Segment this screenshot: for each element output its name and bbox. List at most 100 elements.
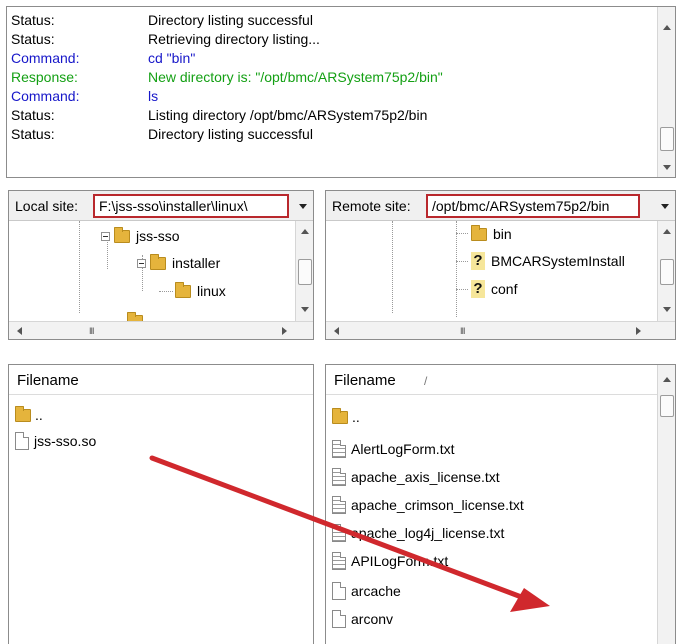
text-file-icon [332, 440, 346, 458]
list-item[interactable]: APILogForm.txt [332, 549, 448, 573]
log-vertical-scrollbar[interactable] [657, 7, 675, 177]
tree-item-label: bin [493, 226, 512, 242]
text-file-icon [332, 524, 346, 542]
log-row: Command: ls [11, 87, 651, 106]
local-directory-tree[interactable]: jss-sso installer linux [9, 221, 313, 321]
file-name: apache_log4j_license.txt [351, 525, 505, 541]
remote-tree-vertical-scrollbar[interactable] [657, 221, 675, 321]
folder-icon [332, 407, 348, 424]
local-tree-vertical-scrollbar[interactable] [295, 221, 313, 321]
folder-icon [175, 281, 191, 298]
remote-file-list[interactable]: Filename / .. AlertLogForm.txt apache_ax… [325, 364, 676, 644]
tree-guide [159, 291, 173, 292]
log-text: Listing directory /opt/bmc/ARSystem75p2/… [148, 107, 428, 123]
scroll-thumb[interactable] [660, 127, 674, 151]
scroll-thumb[interactable] [660, 395, 674, 417]
file-icon [332, 582, 346, 600]
collapse-icon[interactable] [101, 231, 110, 241]
log-row: Command: cd "bin" [11, 49, 651, 68]
tree-guide [456, 221, 457, 317]
scroll-up-arrow-icon[interactable] [662, 25, 671, 30]
remote-file-list-vertical-scrollbar[interactable] [657, 365, 675, 644]
list-item[interactable]: apache_axis_license.txt [332, 465, 500, 489]
scroll-left-arrow-icon[interactable] [334, 326, 339, 335]
log-text: Retrieving directory listing... [148, 31, 320, 47]
collapse-icon[interactable] [137, 258, 146, 268]
scroll-thumb[interactable] [298, 259, 312, 285]
text-file-icon [332, 552, 346, 570]
tree-item-bmcarsysteminstall[interactable]: ? BMCARSystemInstall [471, 250, 625, 272]
file-name: jss-sso.so [34, 433, 97, 449]
remote-site-path-field[interactable]: /opt/bmc/ARSystem75p2/bin [426, 194, 640, 218]
log-label: Response: [11, 69, 78, 85]
log-text: cd "bin" [148, 50, 196, 66]
log-text: Directory listing successful [148, 12, 313, 28]
scroll-up-arrow-icon[interactable] [662, 377, 671, 382]
list-item[interactable]: AlertLogForm.txt [332, 437, 454, 461]
tree-item-jss-sso[interactable]: jss-sso [101, 225, 180, 247]
tree-guide [456, 261, 468, 262]
remote-site-dropdown-icon[interactable] [661, 204, 669, 209]
list-item[interactable]: arconv [332, 607, 393, 631]
log-text: Directory listing successful [148, 126, 313, 142]
list-item[interactable]: .. [15, 403, 43, 427]
folder-icon [114, 226, 130, 243]
local-site-pane: Local site: F:\jss-sso\installer\linux\ … [8, 190, 314, 340]
list-item[interactable]: apache_crimson_license.txt [332, 493, 524, 517]
column-header-filename[interactable]: Filename [17, 372, 79, 389]
message-log[interactable]: Status: Directory listing successful Sta… [6, 6, 676, 178]
log-label: Status: [11, 12, 55, 28]
remote-directory-tree[interactable]: bin ? BMCARSystemInstall ? conf [326, 221, 675, 321]
local-site-path-field[interactable]: F:\jss-sso\installer\linux\ [93, 194, 289, 218]
local-site-dropdown-icon[interactable] [299, 204, 307, 209]
scroll-down-arrow-icon[interactable] [300, 307, 309, 312]
list-item[interactable]: .. [332, 405, 360, 429]
column-header-filename[interactable]: Filename [334, 372, 396, 389]
unknown-icon: ? [471, 252, 485, 270]
file-icon [15, 432, 29, 450]
scroll-right-arrow-icon[interactable] [282, 326, 287, 335]
remote-site-bar: Remote site: /opt/bmc/ARSystem75p2/bin [326, 191, 675, 221]
scroll-down-arrow-icon[interactable] [662, 165, 671, 170]
tree-item-label: jss-sso [136, 228, 180, 244]
file-name: APILogForm.txt [351, 553, 449, 569]
scroll-left-arrow-icon[interactable] [17, 326, 22, 335]
log-text: New directory is: "/opt/bmc/ARSystem75p2… [148, 69, 443, 85]
tree-item-label: conf [491, 281, 518, 297]
list-item[interactable]: apache_log4j_license.txt [332, 521, 504, 545]
scroll-right-arrow-icon[interactable] [636, 326, 641, 335]
folder-icon [150, 253, 166, 270]
log-label: Status: [11, 126, 55, 142]
local-site-label: Local site: [15, 198, 79, 214]
scroll-grip[interactable]: III [460, 326, 465, 336]
tree-guide [456, 289, 468, 290]
scroll-grip[interactable]: III [89, 326, 94, 336]
tree-item-label: linux [197, 283, 226, 299]
remote-site-label: Remote site: [332, 198, 411, 214]
scroll-up-arrow-icon[interactable] [300, 229, 309, 234]
sort-indicator-icon: / [424, 374, 428, 388]
tree-item-installer[interactable]: installer [137, 252, 220, 274]
file-name: apache_axis_license.txt [351, 469, 500, 485]
list-item[interactable]: jss-sso.so [15, 429, 96, 453]
file-icon [332, 610, 346, 628]
tree-item-label: BMCARSystemInstall [491, 253, 625, 269]
tree-item-bin[interactable]: bin [471, 223, 512, 245]
scroll-down-arrow-icon[interactable] [662, 307, 671, 312]
message-log-rows: Status: Directory listing successful Sta… [11, 11, 651, 144]
local-site-bar: Local site: F:\jss-sso\installer\linux\ [9, 191, 313, 221]
log-label: Status: [11, 107, 55, 123]
log-text: ls [148, 88, 159, 104]
scroll-up-arrow-icon[interactable] [662, 229, 671, 234]
local-file-list[interactable]: Filename .. jss-sso.so [8, 364, 314, 644]
local-tree-horizontal-scrollbar[interactable]: III [9, 321, 313, 339]
remote-tree-horizontal-scrollbar[interactable]: III [326, 321, 675, 339]
log-label: Command: [11, 88, 80, 104]
log-row: Status: Directory listing successful [11, 125, 651, 144]
tree-item-linux[interactable]: linux [175, 280, 226, 302]
scroll-thumb[interactable] [660, 259, 674, 285]
list-item[interactable]: arcache [332, 579, 401, 603]
log-row: Status: Retrieving directory listing... [11, 30, 651, 49]
file-name: .. [352, 409, 360, 425]
tree-item-conf[interactable]: ? conf [471, 278, 517, 300]
